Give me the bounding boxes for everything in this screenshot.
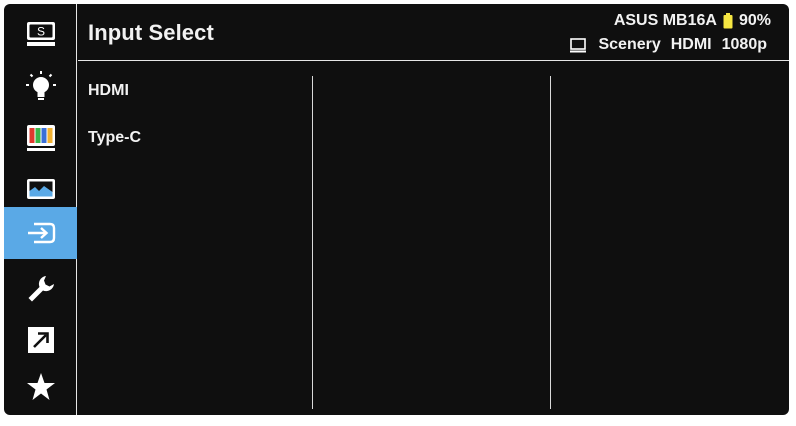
- content-area: HDMI Type-C: [78, 62, 789, 415]
- header: Input Select ASUS MB16A 90% Scenery HDMI…: [78, 4, 789, 61]
- resolution: 1080p: [721, 36, 767, 53]
- color-bars-icon: [26, 125, 55, 151]
- sidebar-item-system-setup[interactable]: [4, 263, 77, 315]
- display-mode: Scenery: [598, 36, 661, 53]
- option-hdmi[interactable]: HDMI: [88, 82, 129, 100]
- battery-level: 90%: [738, 12, 771, 29]
- status-line-device: ASUS MB16A 90%: [614, 12, 771, 30]
- svg-text:S: S: [36, 25, 44, 39]
- shortcut-arrow-icon: [27, 327, 54, 353]
- column-divider: [312, 76, 313, 409]
- battery-icon: [723, 13, 733, 29]
- sidebar-item-splendid[interactable]: S: [4, 8, 77, 60]
- sidebar-item-shortcut[interactable]: [4, 314, 77, 366]
- page-title: Input Select: [88, 20, 214, 45]
- current-input: HDMI: [670, 36, 712, 53]
- osd-menu: S Input Select ASUS MB16A 90% Scenery HD…: [4, 4, 789, 415]
- sidebar: S: [4, 4, 77, 415]
- lightbulb-icon: [25, 71, 56, 100]
- star-icon: [26, 373, 55, 400]
- status-line-signal: Scenery HDMI 1080p: [570, 36, 767, 54]
- sidebar-item-color[interactable]: [4, 112, 77, 164]
- option-type-c[interactable]: Type-C: [88, 129, 141, 147]
- input-enter-icon: [27, 222, 55, 244]
- sidebar-item-input-select[interactable]: [4, 207, 77, 259]
- column-divider: [550, 76, 551, 409]
- wrench-icon: [28, 276, 54, 302]
- landscape-icon: [26, 179, 55, 199]
- monitor-icon: [570, 37, 587, 52]
- sidebar-item-blue-light[interactable]: [4, 61, 77, 113]
- sidebar-item-myfavorite[interactable]: [4, 361, 77, 413]
- s-monitor-icon: S: [26, 22, 55, 46]
- model-name: ASUS MB16A: [613, 12, 717, 29]
